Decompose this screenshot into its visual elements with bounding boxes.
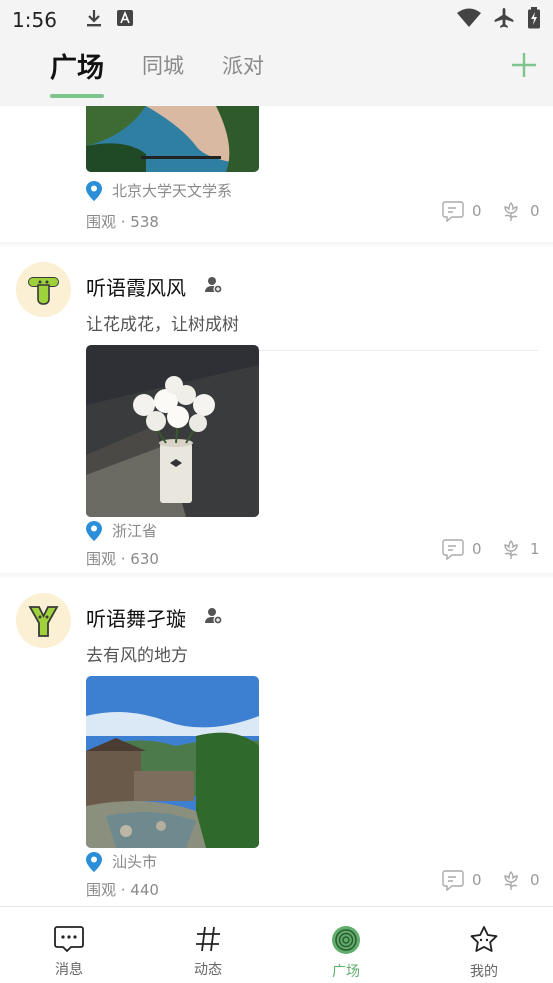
village-stream-photo bbox=[86, 676, 259, 848]
post-author-name[interactable]: 听语霞风风 bbox=[86, 272, 186, 301]
bottom-nav: 消息 动态 广场 我的 bbox=[0, 906, 553, 983]
avatar-t-icon bbox=[16, 262, 71, 317]
feed-list[interactable]: 北京大学天文学系 围观 · 538 0 0 听语霞风风 让花成花，让树成树 浙江… bbox=[0, 106, 553, 906]
comment-button[interactable]: 0 bbox=[442, 200, 482, 222]
comment-icon bbox=[442, 201, 464, 222]
like-button[interactable]: 0 bbox=[500, 200, 540, 222]
post-views: 围观 · 440 bbox=[86, 881, 159, 899]
user-badge-icon bbox=[205, 607, 223, 629]
nav-square[interactable]: 广场 bbox=[306, 925, 386, 981]
post-location: 汕头市 bbox=[86, 851, 157, 872]
airplane-icon bbox=[493, 7, 515, 33]
avatar[interactable] bbox=[16, 593, 71, 648]
flowers-in-cup-photo bbox=[86, 345, 259, 517]
comment-button[interactable]: 0 bbox=[442, 869, 482, 891]
avatar[interactable] bbox=[16, 262, 71, 317]
square-spiral-icon bbox=[332, 926, 360, 954]
star-face-icon bbox=[470, 926, 498, 952]
flower-icon bbox=[504, 871, 518, 890]
post-photo[interactable] bbox=[86, 345, 259, 517]
add-post-button[interactable] bbox=[511, 52, 537, 82]
like-button[interactable]: 0 bbox=[500, 869, 540, 891]
post-card[interactable]: 听语霞风风 让花成花，让树成树 浙江省 围观 · 630 0 1 bbox=[0, 248, 553, 579]
status-icons bbox=[457, 7, 541, 33]
post-content: 让花成花，让树成树 bbox=[86, 315, 239, 335]
plus-icon bbox=[512, 53, 536, 77]
battery-charging-icon bbox=[527, 7, 541, 33]
post-views: 围观 · 630 bbox=[86, 550, 159, 568]
location-pin-icon bbox=[86, 520, 102, 541]
hashtag-icon bbox=[196, 926, 220, 952]
flower-icon bbox=[504, 540, 518, 559]
post-photo[interactable] bbox=[86, 106, 259, 172]
avatar-y-icon bbox=[16, 593, 71, 648]
status-time: 1:56 bbox=[12, 8, 57, 32]
active-tab-indicator bbox=[50, 94, 104, 98]
location-pin-icon bbox=[86, 851, 102, 872]
message-icon bbox=[54, 926, 84, 953]
post-content: 去有风的地方 bbox=[86, 646, 188, 666]
post-views: 围观 · 538 bbox=[86, 213, 159, 231]
tab-party[interactable]: 派对 bbox=[222, 50, 264, 80]
download-icon bbox=[85, 8, 103, 32]
location-pin-icon bbox=[86, 180, 102, 201]
like-button[interactable]: 1 bbox=[500, 538, 540, 560]
top-tab-bar: 广场 同城 派对 bbox=[0, 40, 553, 106]
post-location: 北京大学天文学系 bbox=[86, 180, 232, 201]
post-author-name[interactable]: 听语舞孑璇 bbox=[86, 603, 186, 632]
wifi-icon bbox=[457, 8, 481, 32]
flower-icon bbox=[504, 202, 518, 221]
status-bar: 1:56 bbox=[0, 0, 553, 40]
post-location: 浙江省 bbox=[86, 520, 157, 541]
nav-mine[interactable]: 我的 bbox=[444, 925, 524, 981]
tab-square[interactable]: 广场 bbox=[50, 46, 104, 85]
user-badge-icon bbox=[205, 276, 223, 298]
comment-button[interactable]: 0 bbox=[442, 538, 482, 560]
comment-icon bbox=[442, 870, 464, 891]
nav-moments[interactable]: 动态 bbox=[168, 925, 248, 979]
nav-messages[interactable]: 消息 bbox=[29, 925, 109, 979]
post-card[interactable]: 听语舞孑璇 去有风的地方 汕头市 围观 · 440 0 0 bbox=[0, 579, 553, 906]
text-a-icon bbox=[116, 10, 133, 30]
comment-icon bbox=[442, 539, 464, 560]
post-photo[interactable] bbox=[86, 676, 259, 848]
beach-coast-photo bbox=[86, 106, 259, 172]
tab-same-city[interactable]: 同城 bbox=[142, 50, 184, 80]
